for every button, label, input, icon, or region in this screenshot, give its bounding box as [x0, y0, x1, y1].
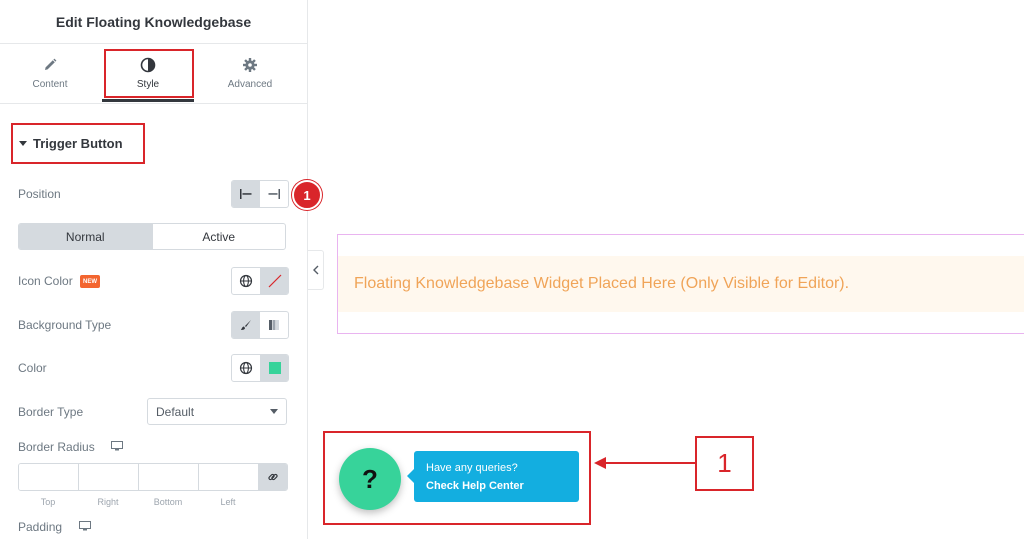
radius-top-input[interactable]: [19, 464, 79, 490]
section-title: Trigger Button: [33, 136, 123, 151]
desktop-icon: [111, 441, 123, 451]
new-badge: NEW: [80, 275, 100, 288]
active-tab-underline: [102, 99, 194, 102]
color-swatch[interactable]: [260, 355, 288, 381]
border-type-label: Border Type: [18, 405, 84, 419]
annotation-arrow-line: [604, 462, 696, 464]
help-tooltip[interactable]: Have any queries? Check Help Center: [407, 451, 579, 502]
background-type-control: [231, 311, 289, 339]
caret-down-icon: [19, 141, 27, 146]
tab-advanced[interactable]: Advanced: [200, 44, 300, 102]
color-label: Color: [18, 361, 47, 375]
background-gradient-button[interactable]: [260, 312, 288, 338]
padding-label: Padding: [18, 520, 63, 534]
callout-number: 1: [695, 436, 754, 491]
position-right-button[interactable]: [260, 181, 288, 207]
border-type-value: Default: [156, 404, 195, 419]
globe-icon: [239, 274, 253, 288]
icon-color-label: Icon Color: [18, 274, 73, 288]
icon-color-swatch[interactable]: [260, 268, 288, 294]
radius-top-label: Top: [40, 497, 56, 507]
help-tooltip-line2: Check Help Center: [426, 480, 524, 492]
color-global-button[interactable]: [232, 355, 260, 381]
tab-content[interactable]: Content: [0, 44, 100, 102]
position-control: [231, 180, 289, 208]
tab-content-label: Content: [32, 78, 68, 90]
panel-header: Edit Floating Knowledgebase: [0, 0, 307, 44]
border-type-select[interactable]: Default: [147, 398, 287, 425]
widget-placeholder-text: Floating Knowledgebase Widget Placed Her…: [354, 275, 850, 292]
color-swatch-fill: [268, 362, 281, 374]
align-left-icon: [239, 189, 251, 199]
gear-icon: [243, 57, 257, 72]
color-control: [231, 354, 289, 382]
background-classic-button[interactable]: [232, 312, 260, 338]
step-marker: 1: [292, 180, 322, 210]
align-right-icon: [268, 189, 280, 199]
position-label: Position: [18, 187, 61, 201]
panel-title: Edit Floating Knowledgebase: [55, 13, 252, 30]
icon-color-global-button[interactable]: [232, 268, 260, 294]
tab-style[interactable]: Style: [103, 44, 193, 102]
help-trigger-button[interactable]: ?: [339, 448, 401, 510]
help-tooltip-line1: Have any queries?: [426, 462, 518, 474]
brush-icon: [240, 320, 251, 330]
tab-style-label: Style: [136, 78, 160, 90]
radius-left-input[interactable]: [199, 464, 259, 490]
state-toggle: Normal Active: [18, 223, 286, 250]
tab-active[interactable]: Active: [151, 224, 286, 249]
border-radius-inputs: [18, 463, 288, 491]
widget-placeholder: Floating Knowledgebase Widget Placed Her…: [338, 256, 1024, 312]
radius-right-input[interactable]: [79, 464, 139, 490]
position-left-button[interactable]: [232, 181, 260, 207]
panel-tabs: Content Style Advanced: [0, 44, 308, 104]
radius-right-label: Right: [97, 497, 119, 507]
radius-left-label: Left: [220, 497, 236, 507]
link-values-button[interactable]: [259, 464, 287, 490]
collapse-panel-button[interactable]: [308, 250, 324, 290]
desktop-icon: [79, 521, 91, 531]
chevron-left-icon: [312, 265, 318, 275]
no-color-icon: [268, 274, 281, 288]
screen: Edit Floating Knowledgebase Content Styl…: [0, 0, 1024, 539]
tab-normal[interactable]: Normal: [19, 224, 152, 249]
question-mark-icon: ?: [362, 463, 378, 494]
radius-bottom-input[interactable]: [139, 464, 199, 490]
radius-bottom-label: Bottom: [153, 497, 183, 507]
pencil-icon: [45, 58, 57, 70]
globe-icon: [239, 361, 253, 375]
tab-advanced-label: Advanced: [227, 78, 273, 90]
link-icon: [268, 473, 278, 481]
background-type-label: Background Type: [18, 318, 112, 332]
gradient-icon: [269, 320, 279, 330]
contrast-icon: [140, 57, 156, 72]
chevron-down-icon: [270, 409, 278, 414]
section-trigger-button[interactable]: Trigger Button: [11, 123, 145, 164]
icon-color-control: [231, 267, 289, 295]
border-radius-label: Border Radius: [18, 440, 95, 454]
arrow-left-icon: [594, 457, 606, 469]
